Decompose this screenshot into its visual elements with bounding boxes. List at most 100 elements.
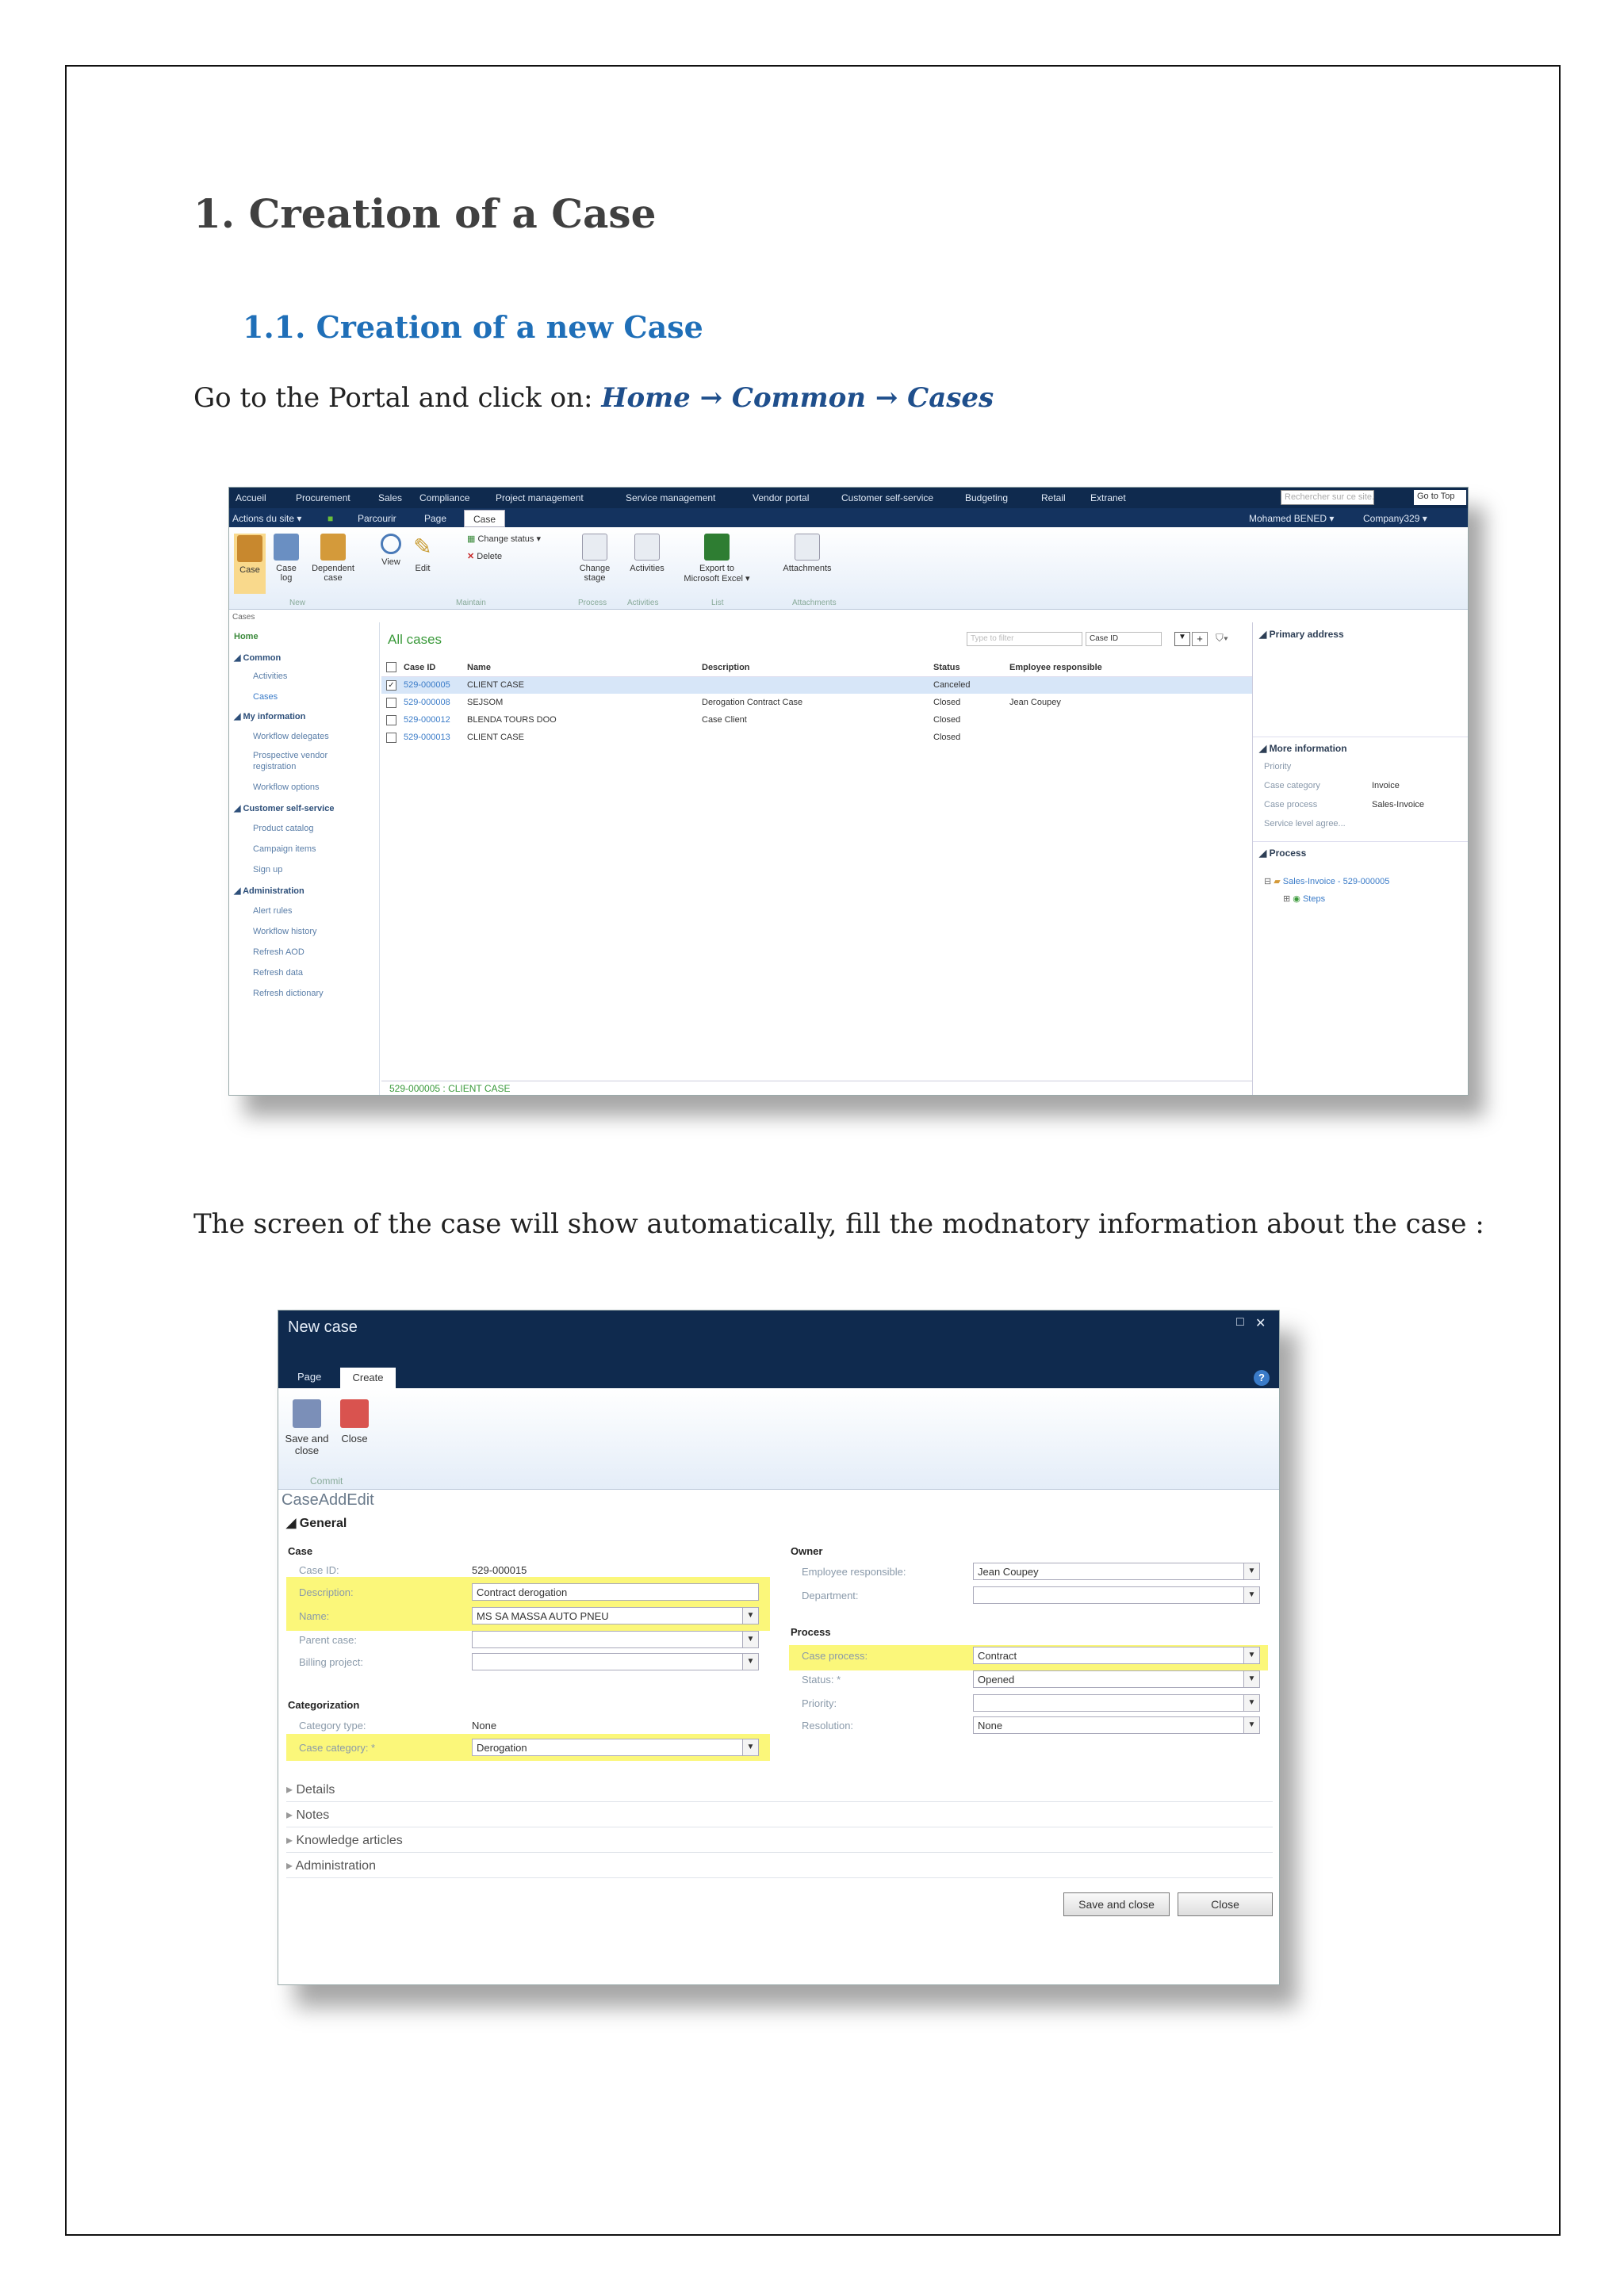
dependent-case-button[interactable]: Dependent case bbox=[305, 534, 361, 583]
parent-case-field[interactable]: ▼ bbox=[472, 1631, 759, 1648]
case-id-link[interactable]: 529-000012 bbox=[404, 711, 467, 729]
chevron-down-icon[interactable]: ▼ bbox=[1243, 1717, 1259, 1733]
export-excel-button[interactable]: Export to Microsoft Excel ▾ bbox=[683, 534, 751, 584]
column-header[interactable]: Employee responsible bbox=[1009, 659, 1252, 677]
nav-item[interactable]: Retail bbox=[1041, 492, 1066, 503]
delete-button[interactable]: ✕ Delete bbox=[467, 551, 502, 561]
nav-administration[interactable]: ◢ Administration bbox=[234, 886, 304, 896]
resolution-field[interactable]: None ▼ bbox=[973, 1716, 1260, 1734]
grid-filter-input[interactable]: Type to filter bbox=[967, 632, 1082, 646]
change-stage-button[interactable]: Change stage bbox=[575, 534, 615, 583]
column-header[interactable]: Status bbox=[933, 659, 1009, 677]
chevron-down-icon[interactable]: ▼ bbox=[742, 1739, 758, 1755]
nav-item[interactable]: Budgeting bbox=[965, 492, 1008, 503]
tab-create[interactable]: Create bbox=[340, 1368, 396, 1388]
nav-alert-rules[interactable]: Alert rules bbox=[253, 906, 293, 916]
nav-item[interactable]: Customer self-service bbox=[841, 492, 933, 503]
chevron-down-icon[interactable]: ▼ bbox=[1243, 1647, 1259, 1663]
close-ribbon-button[interactable]: Close bbox=[337, 1399, 372, 1445]
table-row[interactable]: 529-000013 CLIENT CASE Closed bbox=[381, 729, 1252, 746]
nav-item[interactable]: Accueil bbox=[236, 492, 266, 503]
row-checkbox[interactable] bbox=[386, 732, 396, 743]
page-tab[interactable]: Page bbox=[424, 513, 446, 524]
case-tab[interactable]: Case bbox=[464, 510, 505, 527]
nav-campaign-items[interactable]: Campaign items bbox=[253, 844, 316, 854]
case-process-field[interactable]: Contract ▼ bbox=[973, 1647, 1260, 1664]
company-menu[interactable]: Company329 ▾ bbox=[1363, 513, 1427, 524]
column-header[interactable]: Description bbox=[702, 659, 933, 677]
process-header[interactable]: ◢ Process bbox=[1259, 848, 1306, 859]
nav-item[interactable]: Sales bbox=[378, 492, 402, 503]
chevron-down-icon[interactable]: ▼ bbox=[1243, 1563, 1259, 1579]
nav-my-information[interactable]: ◢ My information bbox=[234, 711, 305, 721]
add-filter-icon[interactable]: + bbox=[1192, 632, 1208, 646]
notes-section-header[interactable]: ▸ Notes bbox=[286, 1802, 1273, 1827]
chevron-down-icon[interactable]: ▼ bbox=[742, 1654, 758, 1670]
table-row[interactable]: ✓ 529-000005 CLIENT CASE Canceled bbox=[381, 676, 1252, 694]
filter-icon[interactable]: ⛉▾ bbox=[1216, 632, 1228, 645]
select-all-checkbox[interactable] bbox=[386, 662, 396, 673]
site-search-input[interactable]: Rechercher sur ce site... bbox=[1281, 490, 1374, 505]
help-icon[interactable]: ? bbox=[1254, 1370, 1270, 1386]
nav-item[interactable]: Procurement bbox=[296, 492, 350, 503]
steps-tree-item[interactable]: ⊞ ◉ Steps bbox=[1283, 894, 1325, 904]
row-checkbox[interactable] bbox=[386, 714, 396, 725]
case-id-link[interactable]: 529-000008 bbox=[404, 694, 467, 711]
save-and-close-ribbon-button[interactable]: Save and close bbox=[282, 1399, 332, 1456]
browse-tab[interactable]: Parcourir bbox=[358, 513, 396, 524]
nav-item[interactable]: Compliance bbox=[419, 492, 469, 503]
details-section-header[interactable]: ▸ Details bbox=[286, 1777, 1273, 1802]
chevron-down-icon[interactable]: ▼ bbox=[1243, 1695, 1259, 1711]
edit-button[interactable]: ✎ Edit bbox=[408, 534, 437, 573]
site-actions-menu[interactable]: Actions du site ▾ bbox=[232, 513, 301, 524]
nav-cases[interactable]: Cases bbox=[253, 692, 278, 702]
navigate-icon[interactable]: ■ bbox=[327, 513, 333, 524]
nav-workflow-options[interactable]: Workflow options bbox=[253, 783, 320, 792]
more-information-header[interactable]: ◢ More information bbox=[1259, 743, 1347, 754]
row-checkbox[interactable] bbox=[386, 697, 396, 708]
attachments-button[interactable]: Attachments bbox=[779, 534, 835, 573]
nav-home[interactable]: Home bbox=[234, 632, 259, 641]
nav-prospective-vendor-2[interactable]: registration bbox=[253, 762, 296, 771]
case-id-link[interactable]: 529-000005 bbox=[404, 676, 467, 694]
case-log-button[interactable]: Case log bbox=[272, 534, 301, 583]
primary-address-header[interactable]: ◢ Primary address bbox=[1259, 629, 1344, 640]
nav-activities[interactable]: Activities bbox=[253, 672, 287, 681]
chevron-down-icon[interactable]: ▼ bbox=[742, 1632, 758, 1647]
view-button[interactable]: View bbox=[377, 534, 405, 567]
priority-field[interactable]: ▼ bbox=[973, 1694, 1260, 1712]
column-header[interactable]: Name bbox=[467, 659, 702, 677]
employee-responsible-field[interactable]: Jean Coupey ▼ bbox=[973, 1563, 1260, 1580]
activities-button[interactable]: Activities bbox=[627, 534, 667, 573]
close-button[interactable]: Close bbox=[1178, 1892, 1273, 1916]
case-category-field[interactable]: Derogation ▼ bbox=[472, 1739, 759, 1756]
nav-product-catalog[interactable]: Product catalog bbox=[253, 824, 313, 833]
status-field[interactable]: Opened ▼ bbox=[973, 1670, 1260, 1688]
table-row[interactable]: 529-000008 SEJSOM Derogation Contract Ca… bbox=[381, 694, 1252, 711]
change-status-button[interactable]: ▦ Change status ▾ bbox=[467, 534, 541, 544]
case-id-link[interactable]: 529-000013 bbox=[404, 729, 467, 746]
save-and-close-button[interactable]: Save and close bbox=[1063, 1892, 1170, 1916]
general-section-header[interactable]: ◢ General bbox=[286, 1515, 347, 1531]
close-icon[interactable]: ✕ bbox=[1255, 1315, 1266, 1331]
nav-item[interactable]: Vendor portal bbox=[753, 492, 809, 503]
tab-page[interactable]: Page bbox=[297, 1371, 321, 1383]
new-case-button[interactable]: Case bbox=[234, 534, 266, 594]
nav-refresh-aod[interactable]: Refresh AOD bbox=[253, 947, 304, 957]
column-header[interactable]: Case ID bbox=[404, 659, 467, 677]
nav-customer-self-service[interactable]: ◢ Customer self-service bbox=[234, 803, 334, 813]
nav-item[interactable]: Service management bbox=[626, 492, 715, 503]
nav-common[interactable]: ◢ Common bbox=[234, 652, 281, 663]
chevron-down-icon[interactable]: ▼ bbox=[1174, 632, 1190, 646]
nav-item[interactable]: Extranet bbox=[1090, 492, 1126, 503]
nav-item[interactable]: Project management bbox=[496, 492, 584, 503]
grid-filter-field[interactable]: Case ID bbox=[1086, 632, 1162, 646]
billing-project-field[interactable]: ▼ bbox=[472, 1653, 759, 1670]
name-field[interactable]: MS SA MASSA AUTO PNEU ▼ bbox=[472, 1607, 759, 1624]
row-checkbox[interactable]: ✓ bbox=[386, 679, 396, 691]
process-tree-item[interactable]: ⊟ ▰ Sales-Invoice - 529-000005 bbox=[1264, 876, 1389, 886]
nav-sign-up[interactable]: Sign up bbox=[253, 865, 282, 874]
chevron-down-icon[interactable]: ▼ bbox=[742, 1608, 758, 1624]
nav-refresh-dictionary[interactable]: Refresh dictionary bbox=[253, 989, 324, 998]
knowledge-articles-section-header[interactable]: ▸ Knowledge articles bbox=[286, 1827, 1273, 1853]
